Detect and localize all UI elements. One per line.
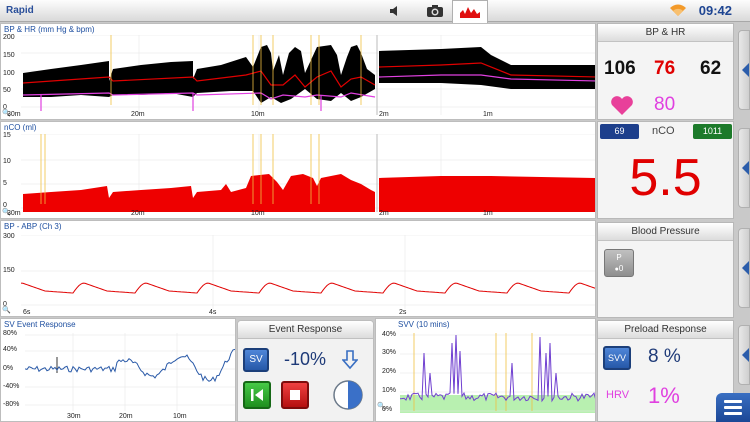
- bp-hr-panel[interactable]: BP & HR 106 76 62 80: [597, 23, 734, 120]
- nco-label: nCO: [652, 125, 675, 137]
- top-bar: Rapid 09:42: [0, 0, 750, 23]
- stop-icon: [290, 390, 300, 400]
- nco-expand-tab[interactable]: [738, 128, 750, 208]
- y-tick: 40%: [382, 331, 397, 338]
- event-response-title: Event Response: [238, 321, 373, 339]
- sv-event-chart[interactable]: SV Event Response 80% 40% 0% -40% -80% 3…: [0, 318, 236, 422]
- bp-hr-chart-title: BP & HR (mm Hg & bpm): [4, 25, 95, 34]
- y-tick: 150: [3, 267, 15, 274]
- diastolic-value: 62: [700, 58, 722, 79]
- app-name: Rapid: [6, 5, 34, 16]
- y-tick: 10%: [382, 387, 397, 394]
- x-tick: 30m: [7, 111, 21, 118]
- nco-right-badge: 1011: [693, 124, 732, 139]
- sv-event-plot: [25, 333, 235, 411]
- sv-event-chart-title: SV Event Response: [4, 320, 76, 329]
- hr-value: 80: [654, 94, 676, 115]
- nco-plot: [21, 134, 595, 212]
- skip-start-icon: [251, 389, 263, 401]
- bp-expand-tab[interactable]: [738, 228, 750, 308]
- x-tick: 30m: [67, 413, 81, 420]
- y-tick: 10: [3, 158, 11, 165]
- blood-pressure-panel[interactable]: Blood Pressure P ●0: [597, 222, 734, 318]
- mean-value: 76: [654, 58, 676, 79]
- sv-button[interactable]: SV: [243, 348, 269, 372]
- nco-value: 5.5: [629, 149, 702, 207]
- blood-pressure-panel-title: Blood Pressure: [598, 223, 733, 241]
- x-tick: 20m: [119, 413, 133, 420]
- x-tick: 6s: [23, 309, 31, 316]
- svv-chart[interactable]: SVV (10 mins) 40% 30% 20% 10% 0% 🔍: [375, 318, 596, 422]
- bp-hr-plot: [21, 35, 595, 115]
- y-tick: 100: [3, 70, 15, 77]
- camera-icon[interactable]: [420, 0, 450, 22]
- abp-chart[interactable]: BP - ABP (Ch 3) 300 150 0 🔍 6s 4s 2s: [0, 220, 596, 317]
- rewind-button[interactable]: [243, 381, 271, 409]
- preload-panel-title: Preload Response: [598, 321, 733, 339]
- y-tick: 200: [3, 34, 15, 41]
- wifi-icon: [668, 3, 688, 22]
- clock: 09:42: [698, 3, 732, 18]
- nco-chart[interactable]: nCO (ml) 15 10 5 0 🔍 30m 20m 10m 2m 1m: [0, 121, 596, 219]
- y-tick: 80%: [3, 330, 18, 337]
- nco-panel[interactable]: 69 nCO 1011 5.5: [597, 121, 734, 219]
- event-response-panel: Event Response SV -10%: [237, 320, 374, 422]
- x-tick: 20m: [131, 111, 145, 118]
- hrv-value: 1%: [648, 383, 680, 408]
- abp-plot: [21, 235, 595, 309]
- abp-chart-title: BP - ABP (Ch 3): [4, 222, 62, 231]
- y-tick: -80%: [3, 401, 20, 408]
- y-tick: 300: [3, 233, 15, 240]
- monitor-screen: Rapid 09:42 BP & HR (mm Hg & bpm) 200 15…: [0, 0, 750, 422]
- chevron-left-icon: [742, 161, 749, 175]
- y-tick: 50: [3, 87, 11, 94]
- x-tick: 2m: [379, 111, 389, 118]
- systolic-value: 106: [604, 58, 636, 79]
- x-tick: 4s: [209, 309, 217, 316]
- preload-expand-tab[interactable]: [738, 325, 750, 385]
- heart-icon: [611, 96, 633, 115]
- x-tick: 10m: [251, 210, 265, 217]
- y-tick: 5: [3, 180, 7, 187]
- x-tick: 30m: [7, 210, 21, 217]
- bp-hr-chart[interactable]: BP & HR (mm Hg & bpm) 200 150 100 50 0 🔍…: [0, 23, 596, 120]
- y-tick: 30%: [382, 349, 397, 356]
- x-tick: 20m: [131, 210, 145, 217]
- bp-hr-panel-title: BP & HR: [598, 24, 733, 42]
- y-tick: 20%: [382, 368, 397, 375]
- pressure-zero-button-bottom: 0: [618, 264, 624, 273]
- x-tick: 2s: [399, 309, 407, 316]
- pressure-zero-button[interactable]: P ●0: [604, 249, 634, 277]
- svv-value: 8 %: [648, 346, 681, 367]
- svv-plot: [400, 333, 595, 413]
- menu-icon[interactable]: [716, 393, 750, 422]
- pressure-zero-button-top: P: [616, 253, 622, 262]
- arrow-down-icon: [342, 350, 358, 370]
- x-tick: 1m: [483, 210, 493, 217]
- bp-hr-expand-tab[interactable]: [738, 30, 750, 110]
- timer-pie-icon[interactable]: [332, 379, 364, 411]
- stop-button[interactable]: [281, 381, 309, 409]
- trend-chart-icon[interactable]: [452, 0, 488, 23]
- chevron-left-icon: [742, 261, 749, 275]
- event-response-value: -10%: [284, 349, 327, 369]
- y-tick: 0%: [3, 365, 14, 372]
- preload-response-panel[interactable]: Preload Response SVV 8 % HRV 1%: [597, 320, 734, 422]
- y-tick: 15: [3, 132, 11, 139]
- svv-button[interactable]: SVV: [603, 346, 631, 370]
- chevron-left-icon: [742, 348, 749, 362]
- y-tick: 40%: [3, 346, 18, 353]
- speaker-icon[interactable]: [380, 0, 410, 22]
- nco-left-badge: 69: [600, 124, 639, 139]
- x-tick: 2m: [379, 210, 389, 217]
- x-tick: 10m: [251, 111, 265, 118]
- hrv-label: HRV: [606, 389, 630, 401]
- x-tick: 10m: [173, 413, 187, 420]
- x-tick: 1m: [483, 111, 493, 118]
- y-tick: 150: [3, 52, 15, 59]
- chevron-left-icon: [742, 63, 749, 77]
- nco-chart-title: nCO (ml): [4, 123, 37, 132]
- y-tick: -40%: [3, 383, 20, 390]
- svv-chart-title: SVV (10 mins): [398, 320, 450, 329]
